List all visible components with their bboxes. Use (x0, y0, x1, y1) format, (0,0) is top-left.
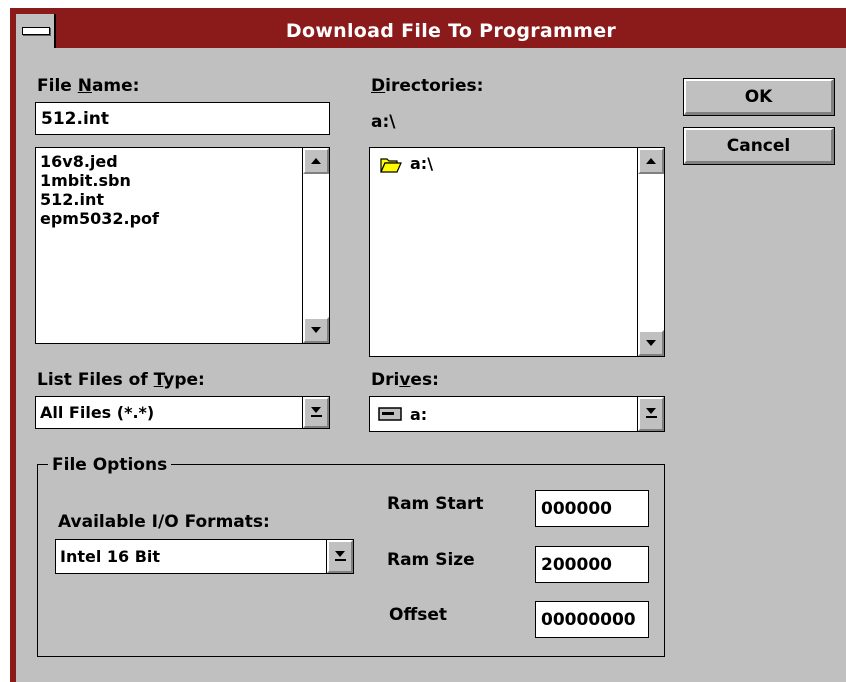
offset-label: Offset (389, 605, 447, 625)
system-menu-icon[interactable] (16, 14, 56, 48)
scroll-down-arrow-icon[interactable] (638, 330, 664, 356)
current-directory: a:\ (371, 112, 396, 132)
format-dropdown[interactable]: Intel 16 Bit (55, 539, 354, 574)
file-list-item[interactable]: 1mbit.sbn (40, 171, 159, 190)
offset-value: 00000000 (541, 609, 636, 630)
directory-item[interactable]: a:\ (380, 154, 433, 173)
dropdown-arrow-icon[interactable] (637, 397, 664, 431)
window-title: Download File To Programmer (285, 20, 617, 42)
cancel-button[interactable]: Cancel (683, 127, 835, 165)
ram-size-input[interactable]: 200000 (535, 546, 649, 583)
ram-start-input[interactable]: 000000 (535, 490, 649, 527)
dropdown-arrow-icon[interactable] (302, 397, 329, 428)
drives-dropdown[interactable]: a: (369, 396, 665, 432)
file-type-value: All Files (*.*) (40, 403, 155, 422)
scroll-up-arrow-icon[interactable] (638, 148, 664, 174)
file-name-label: File Name: (37, 76, 140, 96)
file-type-label: List Files of Type: (37, 370, 205, 390)
offset-input[interactable]: 00000000 (535, 601, 649, 638)
file-list-item[interactable]: 512.int (40, 190, 159, 209)
directory-list-scrollbar[interactable] (637, 148, 664, 356)
file-name-input[interactable]: 512.int (35, 102, 330, 135)
ram-size-value: 200000 (541, 554, 612, 575)
file-list-item[interactable]: 16v8.jed (40, 152, 159, 171)
file-name-value: 512.int (41, 108, 109, 129)
ram-start-value: 000000 (541, 498, 612, 519)
file-list-scrollbar[interactable] (302, 148, 329, 343)
directories-label: Directories: (371, 76, 484, 96)
formats-label: Available I/O Formats: (58, 512, 270, 532)
scroll-down-arrow-icon[interactable] (303, 317, 329, 343)
ram-start-label: Ram Start (387, 494, 484, 514)
ok-button[interactable]: OK (683, 78, 835, 116)
directory-list[interactable]: a:\ (369, 147, 665, 357)
ram-size-label: Ram Size (387, 550, 475, 570)
format-value: Intel 16 Bit (60, 547, 161, 566)
file-type-dropdown[interactable]: All Files (*.*) (35, 396, 330, 429)
file-options-title: File Options (48, 455, 172, 475)
file-list[interactable]: 16v8.jed 1mbit.sbn 512.int epm5032.pof (35, 147, 330, 344)
file-list-item[interactable]: epm5032.pof (40, 209, 159, 228)
drives-value: a: (410, 404, 428, 424)
title-bar[interactable]: Download File To Programmer (16, 14, 846, 48)
open-folder-icon (380, 157, 402, 173)
scroll-up-arrow-icon[interactable] (303, 148, 329, 174)
drives-label: Drives: (371, 370, 439, 390)
floppy-drive-icon (378, 407, 402, 421)
dropdown-arrow-icon[interactable] (326, 540, 353, 573)
